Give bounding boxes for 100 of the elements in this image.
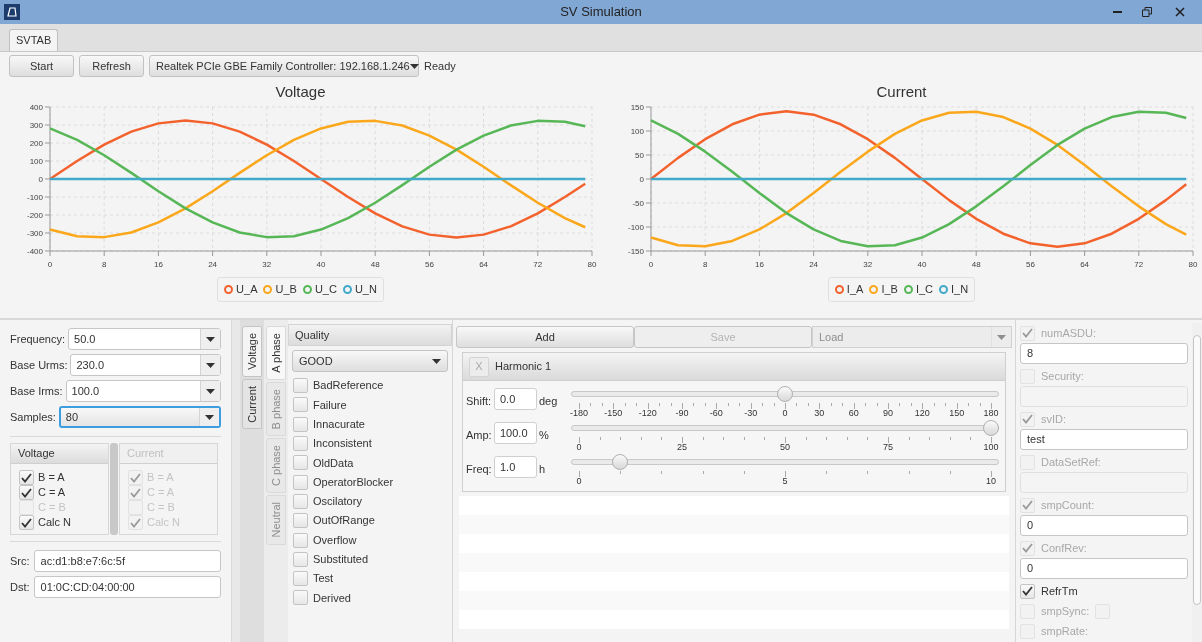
y-tick-label: -300 — [26, 229, 43, 238]
checkbox-label: numASDU: — [1041, 325, 1097, 341]
splitter-handle[interactable] — [110, 443, 118, 535]
vertical-tab[interactable]: Current — [242, 378, 262, 430]
slider-tick-label: 50 — [780, 443, 790, 452]
x-tick-label: 72 — [532, 260, 542, 269]
slider-tick-label: 0 — [576, 477, 582, 486]
y-tick-label: 400 — [29, 103, 43, 112]
splitter-bar[interactable] — [232, 320, 240, 642]
checkbox[interactable] — [293, 455, 308, 471]
interface-dropdown[interactable]: Realtek PCIe GBE Family Controller: 192.168.1.246 — [149, 55, 419, 77]
checkbox-label: ConfRev: — [1041, 540, 1087, 556]
x-tick-label: 32 — [862, 260, 872, 269]
x-tick-label: 56 — [1025, 260, 1035, 269]
text-field[interactable]: ac:d1:b8:e7:6c:5f — [33, 550, 221, 572]
start-button[interactable]: Start — [9, 55, 74, 77]
combo-field[interactable]: 100.0 — [65, 380, 221, 402]
combo-field[interactable]: 80 — [58, 406, 221, 428]
slider-tick-label: -90 — [675, 409, 689, 418]
text-field[interactable]: 01:0C:CD:04:00:00 — [33, 576, 221, 598]
x-tick-label: 0 — [648, 260, 653, 269]
app-icon — [4, 4, 20, 20]
x-tick-label: 8 — [702, 260, 707, 269]
refresh-button[interactable]: Refresh — [79, 55, 144, 77]
x-tick-label: 24 — [808, 260, 818, 269]
checkbox[interactable] — [293, 571, 308, 587]
y-tick-label: 0 — [38, 175, 43, 184]
slider-tick-label: 25 — [677, 443, 687, 452]
checkbox[interactable] — [293, 474, 308, 490]
x-tick-label: 64 — [1079, 260, 1089, 269]
check-icon — [21, 472, 32, 483]
checkbox[interactable] — [19, 485, 34, 500]
checkbox-label: BadReference — [313, 378, 384, 394]
number-field[interactable]: 1.0 — [494, 456, 537, 478]
legend-label: I_N — [951, 282, 969, 297]
y-tick-label: 0 — [639, 175, 644, 184]
slider[interactable] — [571, 454, 999, 470]
caret-icon — [997, 334, 1006, 340]
check-icon — [1022, 500, 1033, 510]
checkbox-label: C = A — [38, 485, 66, 501]
x-tick-label: 48 — [971, 260, 981, 269]
checkbox[interactable] — [293, 532, 308, 548]
vertical-tab[interactable]: Voltage — [242, 326, 262, 377]
y-tick-label: -400 — [26, 247, 43, 256]
y-tick-label: -100 — [26, 193, 43, 202]
checkbox[interactable] — [293, 378, 308, 394]
checkbox[interactable] — [293, 590, 308, 606]
checkbox[interactable] — [293, 513, 308, 529]
quality-dropdown[interactable]: GOOD — [292, 350, 448, 372]
field-label: Base Urms: — [10, 357, 68, 373]
checkbox[interactable] — [293, 397, 308, 413]
checkbox[interactable] — [293, 493, 308, 509]
slider-thumb[interactable] — [612, 454, 629, 470]
toolbar-button[interactable]: Add — [456, 326, 634, 348]
check-icon — [1022, 414, 1033, 424]
scrollbar[interactable] — [1192, 323, 1202, 642]
slider[interactable] — [571, 386, 999, 402]
close-icon — [1175, 7, 1185, 17]
checkbox[interactable] — [293, 551, 308, 567]
slider[interactable] — [571, 420, 999, 436]
slider-tick-label: 0 — [782, 409, 788, 418]
check-icon — [130, 487, 141, 498]
slider-tick-label: -30 — [744, 409, 758, 418]
combo-field[interactable]: 230.0 — [70, 354, 221, 376]
vertical-tab[interactable]: A phase — [266, 326, 286, 380]
y-tick-label: 300 — [29, 121, 43, 130]
checkbox-label: Substituted — [313, 552, 369, 568]
x-tick-label: 48 — [370, 260, 380, 269]
number-field[interactable]: 100.0 — [494, 422, 537, 444]
status-label: Ready — [424, 58, 456, 74]
checkbox-label: Innacurate — [313, 417, 365, 432]
checkbox-label: smpRate: — [1041, 623, 1089, 639]
number-field[interactable]: 0.0 — [494, 388, 537, 410]
checkbox[interactable] — [293, 436, 308, 452]
checkbox[interactable] — [19, 470, 34, 485]
checkbox-label: Overflow — [313, 532, 357, 548]
x-tick-label: 40 — [917, 260, 926, 269]
tab[interactable]: SVTAB — [9, 29, 59, 51]
x-tick-label: 72 — [1133, 260, 1143, 269]
legend-label: I_A — [846, 282, 864, 297]
checkbox[interactable] — [1020, 583, 1035, 599]
combo-field[interactable]: 50.0 — [68, 328, 221, 350]
slider-thumb[interactable] — [777, 386, 793, 402]
checkbox[interactable] — [293, 416, 308, 432]
window-title: SV Simulation — [560, 3, 642, 22]
legend-label: U_C — [314, 282, 337, 297]
checkbox-label: DataSetRef: — [1041, 454, 1101, 470]
y-tick-label: 50 — [634, 151, 644, 160]
slider-thumb[interactable] — [983, 420, 999, 436]
slider-tick-label: -150 — [604, 409, 623, 418]
checkbox[interactable] — [19, 515, 34, 530]
check-icon — [21, 487, 32, 498]
y-tick-label: 150 — [630, 103, 644, 112]
y-tick-label: -50 — [631, 199, 644, 208]
check-icon — [1022, 543, 1033, 553]
slider-tick-label: 10 — [986, 477, 996, 486]
section-header: Quality — [288, 324, 452, 346]
x-tick-label: 24 — [207, 260, 217, 269]
x-tick-label: 80 — [587, 260, 596, 269]
check-icon — [21, 517, 32, 528]
